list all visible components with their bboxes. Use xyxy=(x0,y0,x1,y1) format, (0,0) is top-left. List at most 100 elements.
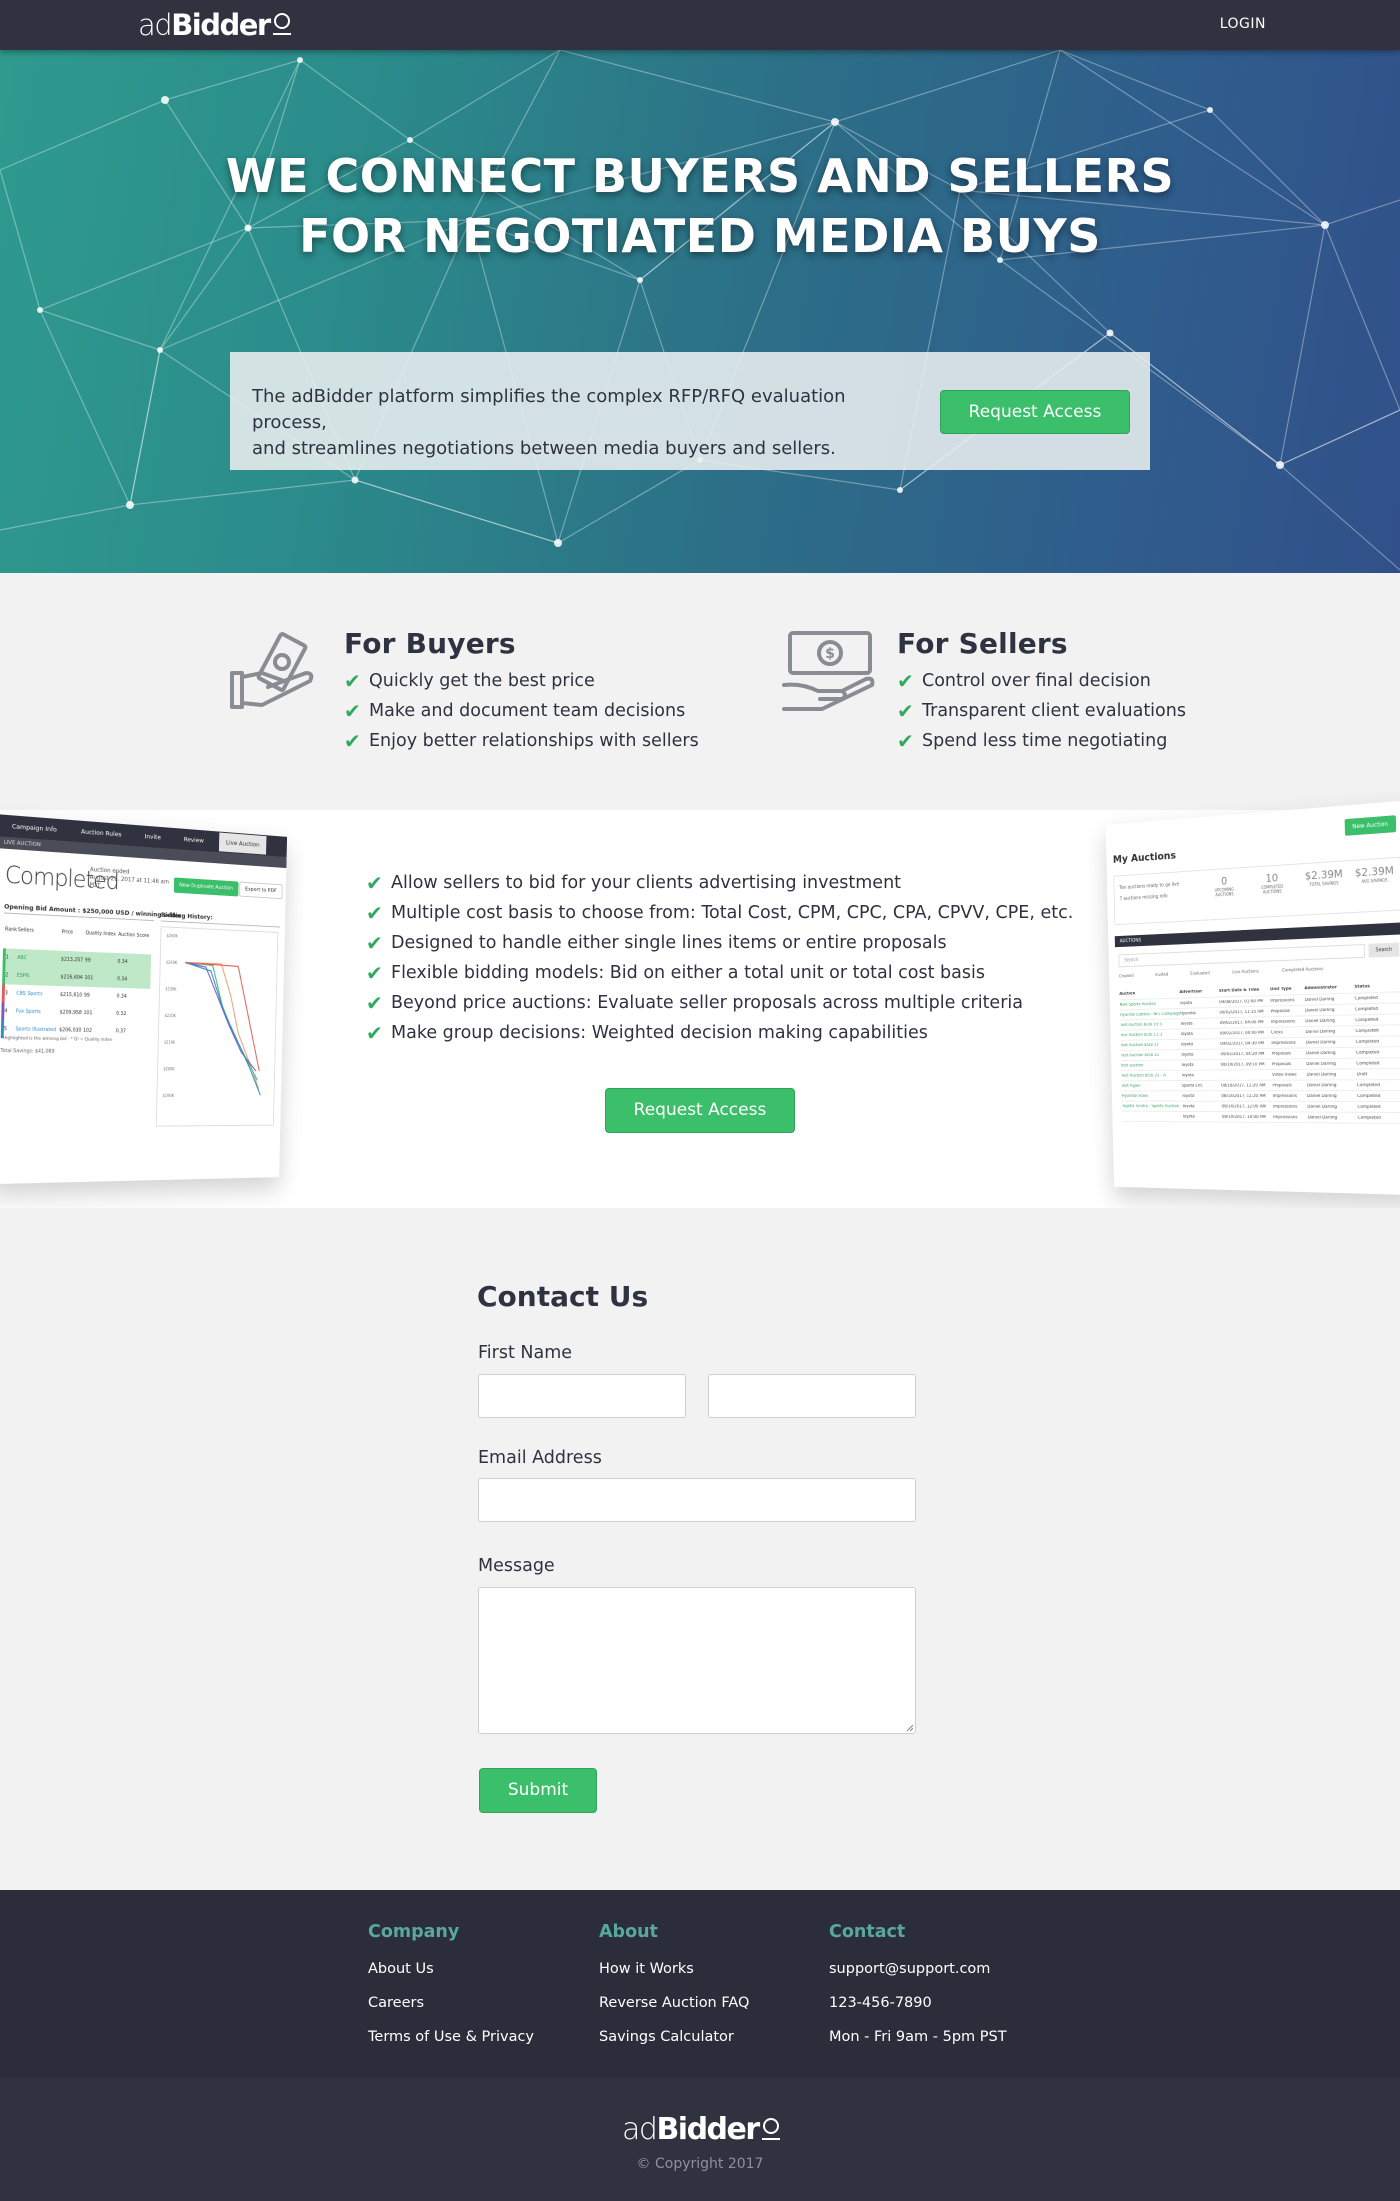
table-cell: Daniel Darling xyxy=(1306,1061,1336,1067)
auction-search-button[interactable]: Search xyxy=(1368,942,1400,958)
auction-name-cell[interactable]: Test Auction 8/16 21 - A xyxy=(1121,1073,1181,1078)
brand-logo-bold: Bidder xyxy=(171,8,271,42)
request-access-button-2[interactable]: Request Access xyxy=(605,1088,795,1133)
table-cell: Toyota xyxy=(1180,1052,1194,1058)
footer-link-about-us[interactable]: About Us xyxy=(368,1952,534,1986)
table-cell: Completed xyxy=(1357,1093,1381,1099)
footer-link-careers[interactable]: Careers xyxy=(368,1986,534,2020)
table-cell: Impressions xyxy=(1270,997,1295,1004)
showcase-section: Campaign Info Auction Rules Invite Revie… xyxy=(0,800,1400,1208)
table-cell: Proposals xyxy=(1271,1051,1292,1057)
list-item: ✔ Flexible bidding models: Bid on either … xyxy=(366,958,1073,988)
footer-link-savings-calculator[interactable]: Savings Calculator xyxy=(599,2020,749,2054)
seller-cell[interactable]: ABC xyxy=(17,949,61,968)
auction-name-cell[interactable]: Test Again xyxy=(1121,1083,1181,1088)
login-link[interactable]: LOGIN xyxy=(1220,16,1266,32)
table-cell: 09/08/2017, 01:00 PM xyxy=(1219,998,1264,1005)
buyers-title: For Buyers xyxy=(344,627,516,660)
table-cell: Impressions xyxy=(1273,1114,1298,1120)
price-cell: $213,257 xyxy=(60,956,84,964)
stat-label: COMPLETED AUCTIONS xyxy=(1260,883,1284,895)
auction-name-cell[interactable]: test auction xyxy=(1121,1063,1181,1068)
table-cell: Proposals xyxy=(1270,1008,1290,1014)
auction-name-cell[interactable]: Test Auction 8/30 11:3 xyxy=(1120,1032,1180,1037)
new-auction-button[interactable]: New Auction xyxy=(1344,815,1396,836)
last-name-input[interactable] xyxy=(708,1374,916,1418)
showcase-item-label: Make group decisions: Weighted decision … xyxy=(391,1023,928,1043)
duplicate-auction-button[interactable]: New Duplicate Auction xyxy=(173,877,239,897)
table-header: Advertiser xyxy=(1179,989,1203,995)
auction-name-cell[interactable]: Hyundai Elantra - NFL Campaign xyxy=(1120,1011,1180,1017)
footer-email-link[interactable]: support@support.com xyxy=(829,1952,1007,1986)
footer-link-faq[interactable]: Reverse Auction FAQ xyxy=(599,1986,749,2020)
list-item: ✔ Transparent client evaluations xyxy=(897,696,1186,726)
bidding-history-label: Bidding History: xyxy=(160,910,213,922)
resize-handle-icon[interactable] xyxy=(906,1724,914,1732)
score-cell: 0.34 xyxy=(117,976,128,983)
table-header: Administrator xyxy=(1304,985,1337,992)
export-pdf-button[interactable]: Export to PDF xyxy=(239,881,283,900)
message-textarea[interactable] xyxy=(478,1587,916,1734)
auction-name-cell[interactable]: Toyota Tundra - Sports Auction xyxy=(1122,1104,1182,1109)
seller-cell[interactable]: ESPN xyxy=(17,967,61,986)
rank-cell: 1 xyxy=(5,954,9,961)
request-access-button[interactable]: Request Access xyxy=(940,390,1130,434)
footer-link-terms[interactable]: Terms of Use & Privacy xyxy=(368,2020,534,2054)
filter-option[interactable]: Live Auctions xyxy=(1232,970,1259,976)
stat-block: $2.39M AVG SAVINGS xyxy=(1352,864,1396,884)
filter-option[interactable]: Invited xyxy=(1155,973,1168,978)
step-tab: Invite xyxy=(144,832,161,842)
table-cell: Toyota xyxy=(1182,1114,1195,1120)
hero-intro-line-2: and streamlines negotiations between med… xyxy=(252,438,836,459)
hero-intro-line-1: The adBidder platform simplifies the com… xyxy=(252,386,846,433)
filter-option[interactable]: Completed Auctions xyxy=(1282,967,1323,973)
showcase-item-label: Multiple cost basis to choose from: Tota… xyxy=(391,903,1074,923)
table-cell: Completed xyxy=(1355,1028,1379,1034)
table-cell: Proposals xyxy=(1272,1082,1292,1088)
list-item: ✔ Allow sellers to bid for your clients a… xyxy=(366,868,1073,898)
buyers-item-label: Make and document team decisions xyxy=(369,701,686,721)
table-cell: 08/14/2017, 12:00 AM xyxy=(1221,1104,1266,1109)
copyright-text: © Copyright 2017 xyxy=(636,2156,764,2172)
buyers-list: ✔ Quickly get the best price ✔ Make and do… xyxy=(344,666,699,756)
price-cell: $209,958 xyxy=(59,1009,82,1017)
brand-logo-bold: Bidder xyxy=(656,2112,760,2147)
sellers-block: For Sellers ✔ Control over final decision… xyxy=(897,627,1186,756)
table-cell: Completed xyxy=(1354,1006,1379,1012)
hero-section: WE CONNECT BUYERS AND SELLERS FOR NEGOTI… xyxy=(0,50,1400,573)
auction-name-cell[interactable]: Test Auction 8/28 17 xyxy=(1121,1042,1181,1047)
table-cell: 08/18/2017, 11:20 AM xyxy=(1221,1083,1266,1088)
table-cell: Completed xyxy=(1355,1039,1380,1045)
auction-name-cell[interactable]: Hyundai Solos xyxy=(1122,1094,1182,1099)
contact-title: Contact Us xyxy=(477,1280,649,1313)
auction-name-cell[interactable]: NBA Sports Auction xyxy=(1120,1001,1180,1008)
checkmark-icon: ✔ xyxy=(897,729,914,753)
seller-cell[interactable]: CBS Sports xyxy=(16,985,60,1004)
filter-option[interactable]: Evaluated xyxy=(1190,971,1209,976)
brand-logo[interactable]: ad Bidder xyxy=(138,8,291,42)
footer-brand-logo[interactable]: ad Bidder xyxy=(622,2112,780,2147)
auction-search-input[interactable]: Search xyxy=(1118,943,1366,968)
table-cell: Toyota xyxy=(1180,1041,1194,1047)
buyers-block: For Buyers ✔ Quickly get the best price ✔… xyxy=(344,627,699,756)
footer-link-how-it-works[interactable]: How it Works xyxy=(599,1952,749,1986)
seller-cell[interactable]: Fox Sports xyxy=(16,1003,60,1022)
submit-button[interactable]: Submit xyxy=(479,1768,597,1813)
table-cell: 08/19/2017, 09:10 PM xyxy=(1220,1061,1265,1068)
checkmark-icon: ✔ xyxy=(366,901,383,925)
email-input[interactable] xyxy=(478,1478,916,1522)
showcase-item-label: Beyond price auctions: Evaluate seller p… xyxy=(391,993,1023,1013)
table-header: Start Date & Time xyxy=(1218,987,1260,994)
filter-option[interactable]: Created xyxy=(1119,974,1134,979)
first-name-input[interactable] xyxy=(478,1374,686,1418)
table-cell: Daniel Darling xyxy=(1304,996,1335,1003)
brand-logo-light: ad xyxy=(138,8,173,42)
auction-name-cell[interactable]: Test Auction 8/28 15 xyxy=(1121,1052,1181,1058)
auction-name-cell[interactable]: Test Auction 8/30 15:3 xyxy=(1120,1022,1180,1028)
sellers-title: For Sellers xyxy=(897,627,1068,660)
list-item: ✔ Make group decisions: Weighted decision… xyxy=(366,1018,1073,1048)
table-header: Quality Index xyxy=(85,930,116,938)
table-cell: Toyota xyxy=(1180,1031,1193,1037)
showcase-item-label: Designed to handle either single lines i… xyxy=(391,933,947,953)
logo-person-icon xyxy=(761,2117,780,2140)
